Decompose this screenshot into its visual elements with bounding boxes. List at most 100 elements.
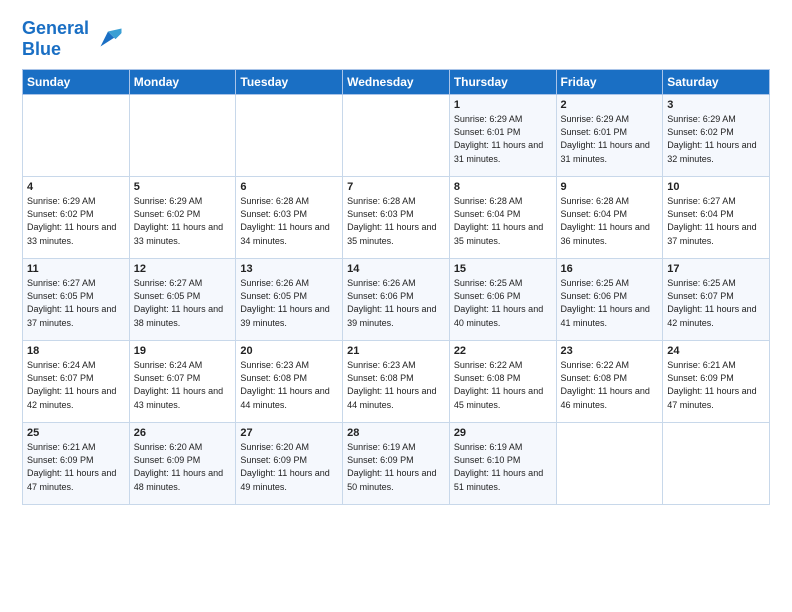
calendar-cell: 26 Sunrise: 6:20 AM Sunset: 6:09 PM Dayli… (129, 423, 236, 505)
day-info: Sunrise: 6:28 AM Sunset: 6:03 PM Dayligh… (240, 195, 338, 247)
day-number: 17 (667, 263, 765, 275)
day-info: Sunrise: 6:23 AM Sunset: 6:08 PM Dayligh… (347, 359, 445, 411)
day-number: 5 (134, 181, 232, 193)
day-number: 19 (134, 345, 232, 357)
day-number: 27 (240, 427, 338, 439)
calendar-cell: 19 Sunrise: 6:24 AM Sunset: 6:07 PM Dayli… (129, 341, 236, 423)
day-number: 23 (561, 345, 659, 357)
col-header-wednesday: Wednesday (343, 70, 450, 95)
day-number: 10 (667, 181, 765, 193)
calendar-cell: 12 Sunrise: 6:27 AM Sunset: 6:05 PM Dayli… (129, 259, 236, 341)
page: General Blue SundayMondayTuesdayWednesda… (0, 0, 792, 517)
logo-text: General (22, 18, 89, 39)
calendar-cell: 4 Sunrise: 6:29 AM Sunset: 6:02 PM Daylig… (23, 177, 130, 259)
calendar-cell: 20 Sunrise: 6:23 AM Sunset: 6:08 PM Dayli… (236, 341, 343, 423)
day-number: 20 (240, 345, 338, 357)
calendar-cell (129, 95, 236, 177)
calendar-cell (23, 95, 130, 177)
week-row-1: 1 Sunrise: 6:29 AM Sunset: 6:01 PM Daylig… (23, 95, 770, 177)
day-info: Sunrise: 6:25 AM Sunset: 6:07 PM Dayligh… (667, 277, 765, 329)
day-info: Sunrise: 6:29 AM Sunset: 6:02 PM Dayligh… (667, 113, 765, 165)
day-number: 4 (27, 181, 125, 193)
calendar-cell (343, 95, 450, 177)
day-info: Sunrise: 6:29 AM Sunset: 6:02 PM Dayligh… (27, 195, 125, 247)
day-number: 15 (454, 263, 552, 275)
logo-text2: Blue (22, 39, 89, 60)
day-number: 9 (561, 181, 659, 193)
day-info: Sunrise: 6:23 AM Sunset: 6:08 PM Dayligh… (240, 359, 338, 411)
day-info: Sunrise: 6:19 AM Sunset: 6:10 PM Dayligh… (454, 441, 552, 493)
calendar-cell: 1Sunrise: 6:29 AM Sunset: 6:01 PM Daylig… (449, 95, 556, 177)
day-info: Sunrise: 6:24 AM Sunset: 6:07 PM Dayligh… (27, 359, 125, 411)
day-info: Sunrise: 6:22 AM Sunset: 6:08 PM Dayligh… (561, 359, 659, 411)
day-info: Sunrise: 6:21 AM Sunset: 6:09 PM Dayligh… (667, 359, 765, 411)
calendar-cell: 16 Sunrise: 6:25 AM Sunset: 6:06 PM Dayli… (556, 259, 663, 341)
day-number: 14 (347, 263, 445, 275)
calendar-cell: 28 Sunrise: 6:19 AM Sunset: 6:09 PM Dayli… (343, 423, 450, 505)
calendar-cell: 5 Sunrise: 6:29 AM Sunset: 6:02 PM Daylig… (129, 177, 236, 259)
logo: General Blue (22, 18, 123, 59)
day-info: Sunrise: 6:25 AM Sunset: 6:06 PM Dayligh… (561, 277, 659, 329)
day-number: 6 (240, 181, 338, 193)
calendar-cell: 3 Sunrise: 6:29 AM Sunset: 6:02 PM Daylig… (663, 95, 770, 177)
day-info: Sunrise: 6:28 AM Sunset: 6:03 PM Dayligh… (347, 195, 445, 247)
header-row: SundayMondayTuesdayWednesdayThursdayFrid… (23, 70, 770, 95)
day-info: Sunrise: 6:20 AM Sunset: 6:09 PM Dayligh… (134, 441, 232, 493)
calendar-cell: 29 Sunrise: 6:19 AM Sunset: 6:10 PM Dayli… (449, 423, 556, 505)
col-header-sunday: Sunday (23, 70, 130, 95)
day-info: Sunrise: 6:29 AM Sunset: 6:02 PM Dayligh… (134, 195, 232, 247)
day-number: 24 (667, 345, 765, 357)
calendar-cell: 11Sunrise: 6:27 AM Sunset: 6:05 PM Dayli… (23, 259, 130, 341)
calendar-cell: 6 Sunrise: 6:28 AM Sunset: 6:03 PM Daylig… (236, 177, 343, 259)
day-number: 13 (240, 263, 338, 275)
day-info: Sunrise: 6:22 AM Sunset: 6:08 PM Dayligh… (454, 359, 552, 411)
day-number: 28 (347, 427, 445, 439)
calendar-cell: 7Sunrise: 6:28 AM Sunset: 6:03 PM Daylig… (343, 177, 450, 259)
week-row-3: 11Sunrise: 6:27 AM Sunset: 6:05 PM Dayli… (23, 259, 770, 341)
calendar-cell: 9 Sunrise: 6:28 AM Sunset: 6:04 PM Daylig… (556, 177, 663, 259)
day-number: 29 (454, 427, 552, 439)
day-number: 12 (134, 263, 232, 275)
day-number: 18 (27, 345, 125, 357)
calendar-cell: 24 Sunrise: 6:21 AM Sunset: 6:09 PM Dayli… (663, 341, 770, 423)
day-number: 16 (561, 263, 659, 275)
calendar-cell: 15 Sunrise: 6:25 AM Sunset: 6:06 PM Dayli… (449, 259, 556, 341)
col-header-tuesday: Tuesday (236, 70, 343, 95)
day-number: 1 (454, 99, 552, 111)
day-info: Sunrise: 6:19 AM Sunset: 6:09 PM Dayligh… (347, 441, 445, 493)
calendar-cell: 23 Sunrise: 6:22 AM Sunset: 6:08 PM Dayli… (556, 341, 663, 423)
day-info: Sunrise: 6:28 AM Sunset: 6:04 PM Dayligh… (561, 195, 659, 247)
day-info: Sunrise: 6:25 AM Sunset: 6:06 PM Dayligh… (454, 277, 552, 329)
calendar-cell: 18 Sunrise: 6:24 AM Sunset: 6:07 PM Dayli… (23, 341, 130, 423)
day-info: Sunrise: 6:26 AM Sunset: 6:06 PM Dayligh… (347, 277, 445, 329)
calendar-cell: 2 Sunrise: 6:29 AM Sunset: 6:01 PM Daylig… (556, 95, 663, 177)
day-info: Sunrise: 6:27 AM Sunset: 6:05 PM Dayligh… (134, 277, 232, 329)
day-info: Sunrise: 6:27 AM Sunset: 6:04 PM Dayligh… (667, 195, 765, 247)
col-header-thursday: Thursday (449, 70, 556, 95)
calendar-cell (236, 95, 343, 177)
logo-icon (93, 24, 123, 54)
day-number: 26 (134, 427, 232, 439)
day-info: Sunrise: 6:20 AM Sunset: 6:09 PM Dayligh… (240, 441, 338, 493)
day-info: Sunrise: 6:24 AM Sunset: 6:07 PM Dayligh… (134, 359, 232, 411)
day-number: 2 (561, 99, 659, 111)
calendar-cell: 21 Sunrise: 6:23 AM Sunset: 6:08 PM Dayli… (343, 341, 450, 423)
calendar-cell (556, 423, 663, 505)
day-number: 21 (347, 345, 445, 357)
calendar-cell: 22 Sunrise: 6:22 AM Sunset: 6:08 PM Dayli… (449, 341, 556, 423)
calendar-cell: 10 Sunrise: 6:27 AM Sunset: 6:04 PM Dayli… (663, 177, 770, 259)
calendar-cell: 25Sunrise: 6:21 AM Sunset: 6:09 PM Dayli… (23, 423, 130, 505)
calendar-cell: 14 Sunrise: 6:26 AM Sunset: 6:06 PM Dayli… (343, 259, 450, 341)
calendar-cell: 8Sunrise: 6:28 AM Sunset: 6:04 PM Daylig… (449, 177, 556, 259)
week-row-5: 25Sunrise: 6:21 AM Sunset: 6:09 PM Dayli… (23, 423, 770, 505)
calendar-cell (663, 423, 770, 505)
day-number: 22 (454, 345, 552, 357)
day-info: Sunrise: 6:29 AM Sunset: 6:01 PM Dayligh… (561, 113, 659, 165)
calendar-cell: 27 Sunrise: 6:20 AM Sunset: 6:09 PM Dayli… (236, 423, 343, 505)
day-number: 3 (667, 99, 765, 111)
day-info: Sunrise: 6:26 AM Sunset: 6:05 PM Dayligh… (240, 277, 338, 329)
week-row-4: 18 Sunrise: 6:24 AM Sunset: 6:07 PM Dayli… (23, 341, 770, 423)
calendar-cell: 17 Sunrise: 6:25 AM Sunset: 6:07 PM Dayli… (663, 259, 770, 341)
week-row-2: 4 Sunrise: 6:29 AM Sunset: 6:02 PM Daylig… (23, 177, 770, 259)
day-number: 25 (27, 427, 125, 439)
